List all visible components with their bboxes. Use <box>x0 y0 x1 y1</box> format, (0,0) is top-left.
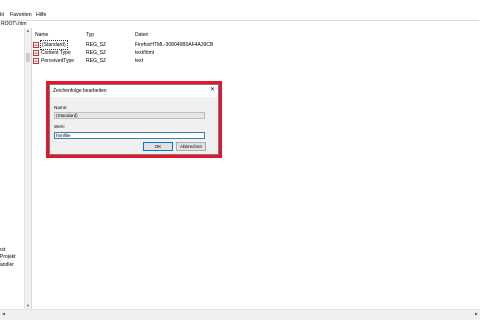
name-field: (Standard) <box>54 112 205 119</box>
value-type: REG_SZ <box>86 50 107 56</box>
value-name: Content Type <box>41 50 71 56</box>
cancel-button[interactable]: Abbrechen <box>176 142 206 151</box>
value-data: text <box>135 58 144 64</box>
value-row[interactable]: ab PerceivedType REG_SZ text <box>32 57 480 65</box>
value-input[interactable]: htmlfile <box>54 132 205 139</box>
tree-item[interactable]: andler <box>0 262 14 268</box>
edit-string-dialog: Zeichenfolge bearbeiten ✕ Name: (Standar… <box>49 84 219 155</box>
tree-item[interactable]: ıst <box>0 247 5 253</box>
menu-item-help[interactable]: Hilfe <box>36 12 46 19</box>
scroll-thumb[interactable] <box>26 53 30 62</box>
name-label: Name: <box>54 105 68 110</box>
menu-item-edit[interactable]: kt <box>0 12 4 19</box>
dialog-title: Zeichenfolge bearbeiten <box>53 88 107 94</box>
status-bar <box>0 316 480 320</box>
value-type: REG_SZ <box>86 42 107 48</box>
values-list: Name Typ Daten ab (Standard) REG_SZ Fire… <box>32 28 480 309</box>
column-header-data[interactable]: Daten <box>135 32 148 38</box>
value-row[interactable]: ab Content Type REG_SZ text/html <box>32 49 480 57</box>
tree-vertical-scrollbar[interactable]: ▲ ▼ <box>24 28 31 309</box>
string-value-icon: ab <box>33 42 39 48</box>
column-header-name[interactable]: Name <box>35 32 48 38</box>
address-path: ROOT\.htm <box>1 21 27 27</box>
menu-bar: kt Favoriten Hilfe <box>0 12 480 19</box>
value-name: (Standard) <box>40 40 68 50</box>
string-value-icon: ab <box>33 50 39 56</box>
dialog-body: Name: (Standard) Wert: htmlfile OK Abbre… <box>50 97 218 154</box>
close-icon[interactable]: ✕ <box>210 87 215 94</box>
value-name: PerceivedType <box>41 58 75 64</box>
menu-item-favorites[interactable]: Favoriten <box>10 12 32 19</box>
value-label: Wert: <box>54 124 65 129</box>
value-data: text/html <box>135 50 154 56</box>
key-tree-pane: ıst Projekt andler <box>0 28 24 309</box>
value-row[interactable]: ab (Standard) REG_SZ FirefoxHTML-308046B… <box>32 40 480 50</box>
value-data: FirefoxHTML-308046B0AF4A39CB <box>135 42 214 48</box>
window-titlebar <box>0 0 480 10</box>
tree-item[interactable]: Projekt <box>0 254 16 260</box>
ok-button[interactable]: OK <box>143 142 173 151</box>
value-type: REG_SZ <box>86 58 107 64</box>
column-header-type[interactable]: Typ <box>86 32 94 38</box>
string-value-icon: ab <box>33 58 39 64</box>
